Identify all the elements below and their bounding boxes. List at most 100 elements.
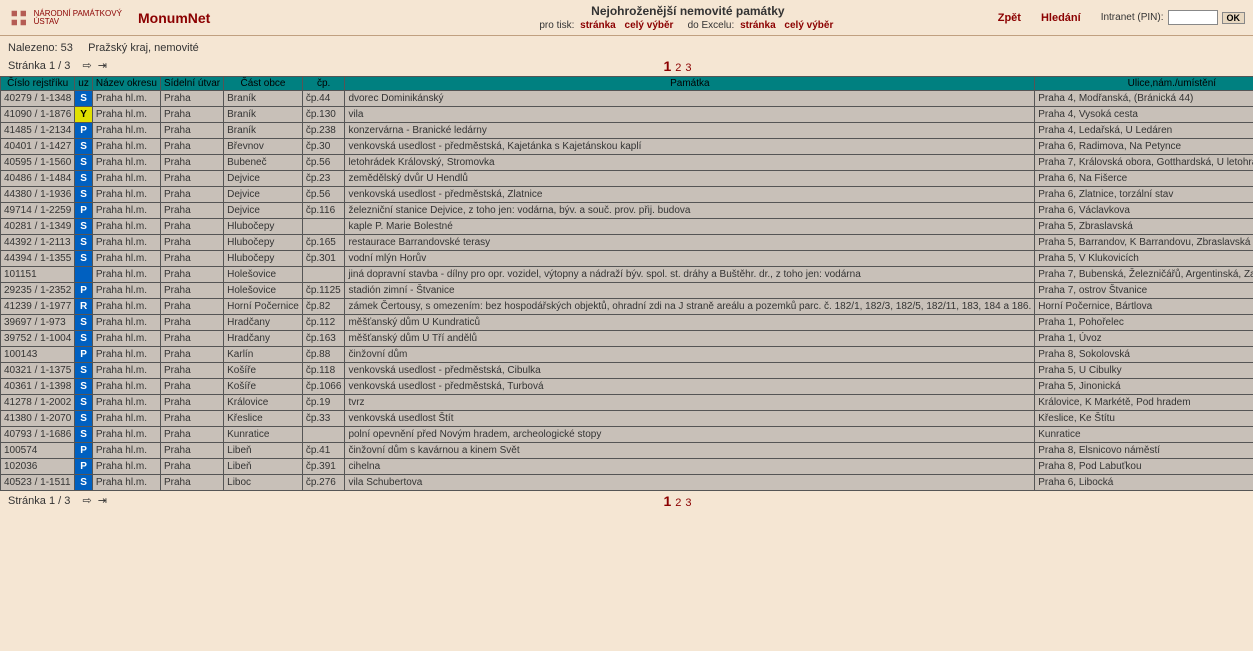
column-header[interactable]: čp. — [302, 77, 345, 91]
column-header[interactable]: Název okresu — [92, 77, 160, 91]
cell-pamatka: kaple P. Marie Bolestné — [345, 219, 1035, 235]
cell-okres: Praha hl.m. — [92, 427, 160, 443]
cell-uz-flag: S — [75, 91, 93, 107]
cell-cast-obce: Košíře — [224, 379, 303, 395]
cell-uz-flag: R — [75, 299, 93, 315]
table-row[interactable]: 40321 / 1-1375SPraha hl.m.PrahaKošířečp.… — [1, 363, 1253, 379]
table-row[interactable]: 39752 / 1-1004SPraha hl.m.PrahaHradčanyč… — [1, 331, 1253, 347]
cell-sidelni: Praha — [160, 251, 223, 267]
cell-cp — [302, 427, 345, 443]
page-number-link[interactable]: 3 — [685, 62, 691, 74]
table-row[interactable]: 40279 / 1-1348SPraha hl.m.PrahaBraníkčp.… — [1, 91, 1253, 107]
table-row[interactable]: 40793 / 1-1686SPraha hl.m.PrahaKunratice… — [1, 427, 1253, 443]
last-page-icon[interactable]: ⇥ — [98, 59, 107, 73]
cell-okres: Praha hl.m. — [92, 187, 160, 203]
cell-uz-flag: S — [75, 475, 93, 491]
cell-uz-flag: S — [75, 139, 93, 155]
next-page-icon-bottom[interactable]: ⇨ — [83, 494, 92, 508]
table-row[interactable]: 44394 / 1-1355SPraha hl.m.PrahaHlubočepy… — [1, 251, 1253, 267]
cell-pamatka: činžovní dům s kavárnou a kinem Svět — [345, 443, 1035, 459]
back-link[interactable]: Zpět — [998, 12, 1021, 24]
table-row[interactable]: 40361 / 1-1398SPraha hl.m.PrahaKošířečp.… — [1, 379, 1253, 395]
cell-cast-obce: Liboc — [224, 475, 303, 491]
cell-ulice: Praha 7, Bubenská, Železničářů, Argentin… — [1035, 267, 1253, 283]
excel-all-link[interactable]: celý výběr — [784, 20, 833, 31]
page-number-link[interactable]: 3 — [685, 497, 691, 509]
table-row[interactable]: 41485 / 1-2134PPraha hl.m.PrahaBraníkčp.… — [1, 123, 1253, 139]
pager-bottom: Stránka 1 / 3 ⇨ ⇥ 123 — [0, 491, 1253, 511]
print-all-link[interactable]: celý výběr — [625, 20, 674, 31]
table-row[interactable]: 40523 / 1-1511SPraha hl.m.PrahaLibocčp.2… — [1, 475, 1253, 491]
cell-uz-flag: S — [75, 427, 93, 443]
cell-ulice: Praha 8, Sokolovská — [1035, 347, 1253, 363]
page-number-link[interactable]: 1 — [663, 58, 671, 74]
table-row[interactable]: 41278 / 1-2002SPraha hl.m.PrahaKrálovice… — [1, 395, 1253, 411]
pin-input[interactable] — [1168, 10, 1218, 25]
cell-pamatka: zemědělský dvůr U Hendlů — [345, 171, 1035, 187]
column-header[interactable]: Památka — [345, 77, 1035, 91]
cell-registry: 39752 / 1-1004 — [1, 331, 75, 347]
table-row[interactable]: 100574PPraha hl.m.PrahaLibeňčp.41činžovn… — [1, 443, 1253, 459]
cell-registry: 100574 — [1, 443, 75, 459]
search-link[interactable]: Hledání — [1041, 12, 1081, 24]
cell-ulice: Praha 7, ostrov Štvanice — [1035, 283, 1253, 299]
cell-okres: Praha hl.m. — [92, 379, 160, 395]
table-row[interactable]: 49714 / 1-2259PPraha hl.m.PrahaDejvicečp… — [1, 203, 1253, 219]
cell-registry: 100143 — [1, 347, 75, 363]
cell-okres: Praha hl.m. — [92, 475, 160, 491]
table-row[interactable]: 44392 / 1-2113SPraha hl.m.PrahaHlubočepy… — [1, 235, 1253, 251]
print-label: pro tisk: — [539, 20, 574, 31]
cell-cast-obce: Královice — [224, 395, 303, 411]
cell-pamatka: venkovská usedlost Štít — [345, 411, 1035, 427]
cell-sidelni: Praha — [160, 171, 223, 187]
cell-uz-flag: P — [75, 443, 93, 459]
result-meta: Nalezeno: 53 Pražský kraj, nemovité — [0, 36, 1253, 56]
cell-ulice: Královice, K Markétě, Pod hradem — [1035, 395, 1253, 411]
page-number-link[interactable]: 2 — [675, 497, 681, 509]
table-row[interactable]: 40595 / 1-1560SPraha hl.m.PrahaBubeneččp… — [1, 155, 1253, 171]
table-row[interactable]: 39697 / 1-973SPraha hl.m.PrahaHradčanyčp… — [1, 315, 1253, 331]
cell-okres: Praha hl.m. — [92, 331, 160, 347]
excel-page-link[interactable]: stránka — [740, 20, 776, 31]
table-row[interactable]: 100143PPraha hl.m.PrahaKarlínčp.88činžov… — [1, 347, 1253, 363]
found-count: 53 — [61, 42, 73, 54]
table-row[interactable]: 41380 / 1-2070SPraha hl.m.PrahaKřesliceč… — [1, 411, 1253, 427]
cell-uz-flag: S — [75, 235, 93, 251]
cell-pamatka: venkovská usedlost - předměstská, Kajetá… — [345, 139, 1035, 155]
table-row[interactable]: 41239 / 1-1977RPraha hl.m.PrahaHorní Poč… — [1, 299, 1253, 315]
org-name: NÁRODNÍ PAMÁTKOVÝ ÚSTAV — [34, 10, 138, 26]
top-toolbar: NÁRODNÍ PAMÁTKOVÝ ÚSTAV MonumNet Nejohro… — [0, 0, 1253, 36]
cell-okres: Praha hl.m. — [92, 267, 160, 283]
cell-sidelni: Praha — [160, 219, 223, 235]
table-row[interactable]: 40281 / 1-1349SPraha hl.m.PrahaHlubočepy… — [1, 219, 1253, 235]
pin-ok-button[interactable]: OK — [1222, 12, 1246, 24]
column-header[interactable]: Ulice,nám./umístění — [1035, 77, 1253, 91]
cell-pamatka: měšťanský dům U Kundraticů — [345, 315, 1035, 331]
cell-ulice: Praha 5, U Cibulky — [1035, 363, 1253, 379]
table-row[interactable]: 40486 / 1-1484SPraha hl.m.PrahaDejvicečp… — [1, 171, 1253, 187]
column-header[interactable]: Číslo rejstříku — [1, 77, 75, 91]
table-row[interactable]: 41090 / 1-1876YPraha hl.m.PrahaBraníkčp.… — [1, 107, 1253, 123]
cell-okres: Praha hl.m. — [92, 395, 160, 411]
column-header[interactable]: Sídelní útvar — [160, 77, 223, 91]
cell-registry: 40361 / 1-1398 — [1, 379, 75, 395]
cell-uz-flag: S — [75, 171, 93, 187]
table-row[interactable]: 44380 / 1-1936SPraha hl.m.PrahaDejvicečp… — [1, 187, 1253, 203]
cell-cast-obce: Hlubočepy — [224, 251, 303, 267]
cell-cp: čp.391 — [302, 459, 345, 475]
print-page-link[interactable]: stránka — [580, 20, 616, 31]
cell-ulice: Kunratice — [1035, 427, 1253, 443]
table-row[interactable]: 102036PPraha hl.m.PrahaLibeňčp.391ciheln… — [1, 459, 1253, 475]
table-row[interactable]: 29235 / 1-2352PPraha hl.m.PrahaHolešovic… — [1, 283, 1253, 299]
cell-ulice: Praha 1, Úvoz — [1035, 331, 1253, 347]
page-number-link[interactable]: 2 — [675, 62, 681, 74]
cell-pamatka: cihelna — [345, 459, 1035, 475]
column-header[interactable]: Část obce — [224, 77, 303, 91]
table-row[interactable]: 40401 / 1-1427SPraha hl.m.PrahaBřevnovčp… — [1, 139, 1253, 155]
column-header[interactable]: uz — [75, 77, 93, 91]
page-number-link[interactable]: 1 — [663, 493, 671, 509]
cell-pamatka: venkovská usedlost - předměstská, Zlatni… — [345, 187, 1035, 203]
last-page-icon-bottom[interactable]: ⇥ — [98, 494, 107, 508]
next-page-icon[interactable]: ⇨ — [83, 59, 92, 73]
table-row[interactable]: 101151Praha hl.m.PrahaHolešovicejiná dop… — [1, 267, 1253, 283]
